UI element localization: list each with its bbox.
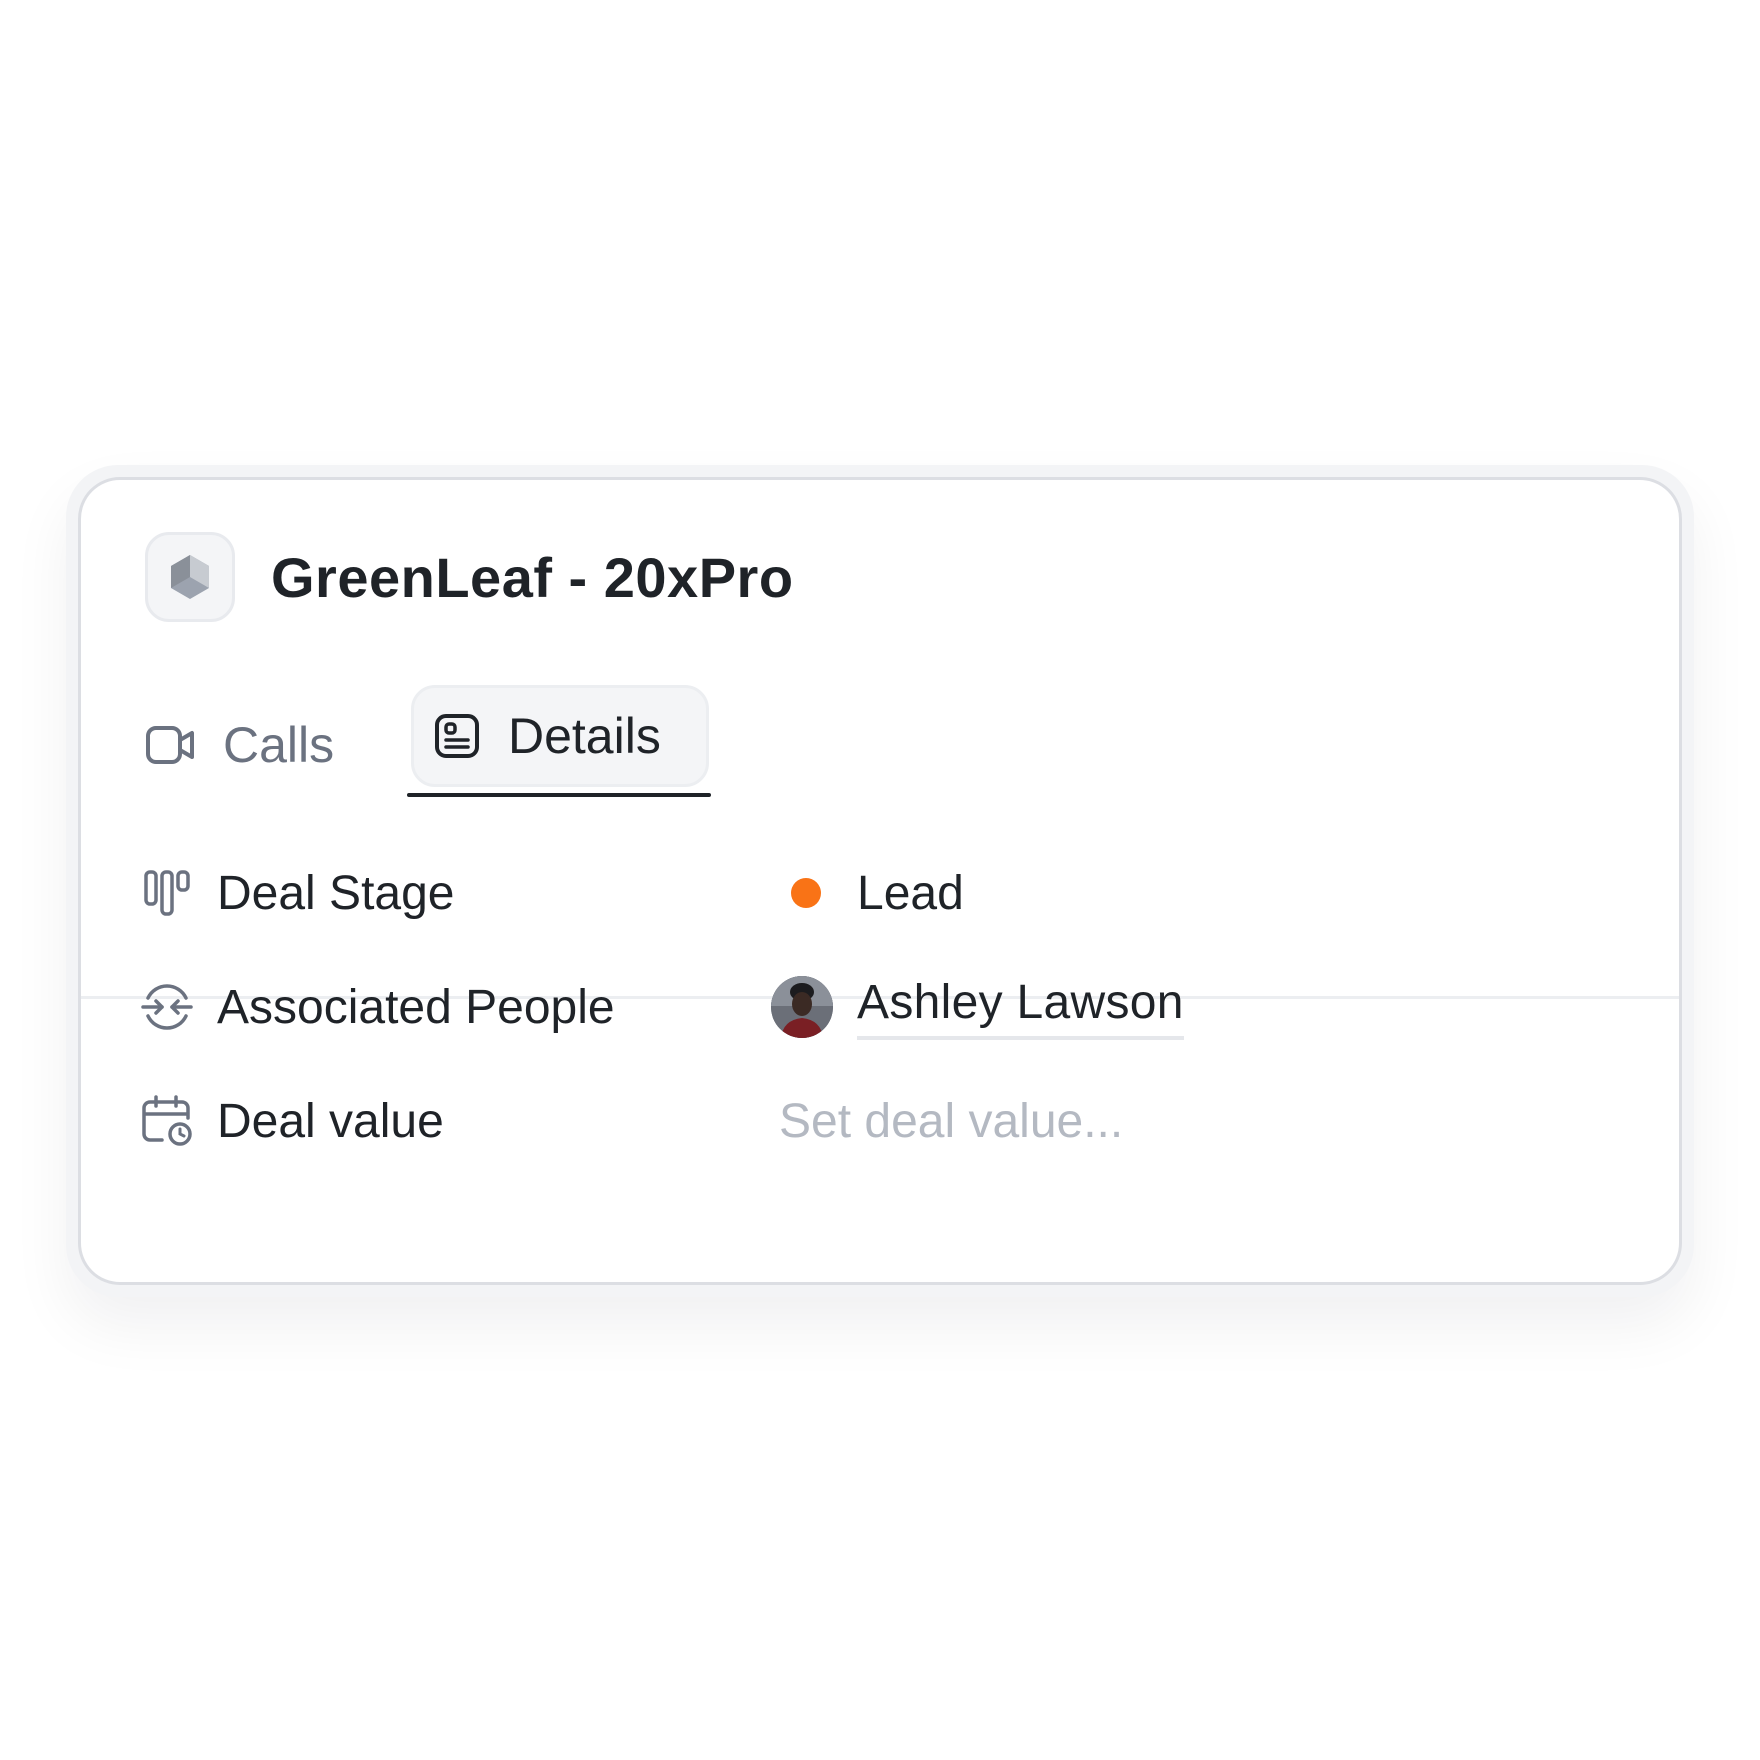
deal-card: GreenLeaf - 20xPro Calls Details Deal St… (78, 477, 1682, 1285)
associated-person[interactable]: Ashley Lawson (771, 962, 1184, 1052)
person-name-link[interactable]: Ashley Lawson (857, 975, 1184, 1040)
deal-stage-text: Lead (857, 866, 964, 920)
page: GreenLeaf - 20xPro Calls Details Deal St… (0, 0, 1760, 1760)
field-row-associated-people: Associated People Ashley Lawson (81, 962, 1679, 1052)
deal-header: GreenLeaf - 20xPro (145, 532, 794, 622)
deal-stage-label: Deal Stage (217, 866, 455, 920)
associated-people-label-group: Associated People (139, 962, 615, 1052)
deal-value-input[interactable]: Set deal value... (779, 1094, 1123, 1149)
field-row-deal-value: Deal value Set deal value... (81, 1076, 1679, 1166)
tab-calls-label: Calls (223, 717, 335, 773)
active-tab-indicator (407, 793, 711, 797)
cube-icon (171, 555, 209, 599)
tab-details-label: Details (508, 708, 661, 764)
deal-stage-label-group: Deal Stage (139, 848, 455, 938)
details-card-icon (435, 714, 479, 758)
tab-details[interactable]: Details (411, 685, 709, 787)
deal-value-label: Deal value (217, 1094, 444, 1148)
field-row-deal-stage: Deal Stage Lead (81, 848, 1679, 938)
calendar-clock-icon (139, 1093, 195, 1149)
associated-people-label: Associated People (217, 980, 615, 1034)
deal-value-label-group: Deal value (139, 1076, 444, 1166)
video-camera-icon (146, 726, 194, 764)
deal-stage-value[interactable]: Lead (781, 848, 964, 938)
avatar (771, 976, 833, 1038)
kanban-columns-icon (139, 865, 195, 921)
deal-value-field[interactable]: Set deal value... (779, 1076, 1123, 1166)
deal-logo (145, 532, 235, 622)
stage-status-dot (791, 878, 821, 908)
tab-bar: Calls Details (81, 680, 1679, 999)
deal-title: GreenLeaf - 20xPro (271, 545, 794, 609)
tab-calls[interactable]: Calls (145, 702, 334, 788)
merge-arrows-icon (139, 979, 195, 1035)
